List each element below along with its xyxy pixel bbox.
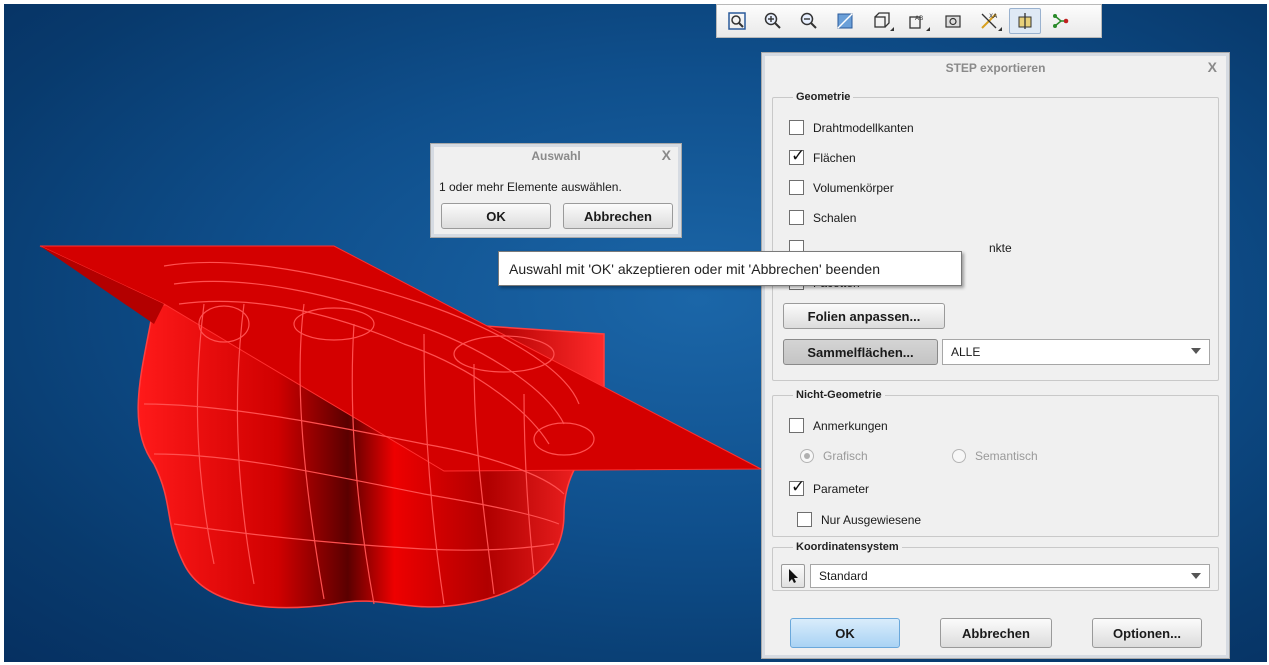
quilts-select-value: ALLE	[951, 345, 981, 359]
close-icon[interactable]: X	[662, 147, 671, 163]
coordinate-system-value: Standard	[819, 569, 868, 583]
display-style-icon	[837, 13, 853, 29]
step-options-button[interactable]: Optionen...	[1092, 618, 1202, 648]
svg-text:XA: XA	[989, 13, 998, 20]
spin-center-icon	[945, 15, 961, 28]
tooltip-text: Auswahl mit 'OK' akzeptieren oder mit 'A…	[509, 260, 881, 277]
selection-message: 1 oder mehr Elemente auswählen.	[439, 180, 622, 194]
option-surfaces[interactable]: ✓ Flächen	[789, 146, 856, 165]
step-export-dialog: STEP exportieren X Geometrie Drahtmodell…	[761, 52, 1230, 659]
selection-dialog: Auswahl X 1 oder mehr Elemente auswählen…	[430, 143, 682, 238]
step-ok-button[interactable]: OK	[790, 618, 900, 648]
check-icon: ✓	[791, 477, 806, 496]
zoom-in-icon	[764, 12, 781, 29]
display-style-button[interactable]	[829, 8, 861, 34]
datum-planes-icon	[1018, 13, 1032, 29]
datum-points-button[interactable]	[1045, 8, 1077, 34]
zoom-fit-icon	[728, 12, 746, 30]
option-annotations[interactable]: Anmerkungen	[789, 418, 888, 433]
selection-ok-button[interactable]: OK	[441, 203, 551, 229]
chevron-down-icon	[1191, 348, 1201, 354]
option-shells[interactable]: Schalen	[789, 210, 856, 225]
option-parameters[interactable]: ✓ Parameter	[789, 477, 870, 496]
step-cancel-button[interactable]: Abbrechen	[940, 618, 1052, 648]
zoom-out-button[interactable]	[793, 8, 825, 34]
solids-checkbox[interactable]	[789, 180, 804, 195]
selection-dialog-title-bar: Auswahl X	[431, 144, 681, 168]
annotations-label: Anmerkungen	[813, 418, 888, 433]
designated-only-label: Nur Ausgewiesene	[821, 512, 922, 527]
tooltip: Auswahl mit 'OK' akzeptieren oder mit 'A…	[498, 251, 962, 286]
zoom-in-button[interactable]	[757, 8, 789, 34]
wireframe-edges-label: Drahtmodellkanten	[813, 120, 914, 135]
annotations-checkbox[interactable]	[789, 418, 804, 433]
option-graphic[interactable]: Grafisch	[800, 449, 868, 463]
selection-dialog-title: Auswahl	[531, 149, 581, 163]
wireframe-edges-checkbox[interactable]	[789, 120, 804, 135]
option-wireframe-edges[interactable]: Drahtmodellkanten	[789, 120, 914, 135]
selection-cancel-button[interactable]: Abbrechen	[563, 203, 673, 229]
coordinate-system-legend: Koordinatensystem	[796, 541, 899, 553]
designated-only-checkbox[interactable]	[797, 512, 812, 527]
datum-display-button[interactable]: XA	[973, 8, 1005, 34]
non-geometry-legend: Nicht-Geometrie	[796, 389, 882, 401]
step-dialog-title: STEP exportieren	[945, 61, 1046, 75]
parameters-checkbox[interactable]: ✓	[789, 477, 806, 496]
spin-center-button[interactable]	[937, 8, 969, 34]
shells-checkbox[interactable]	[789, 210, 804, 225]
solids-label: Volumenkörper	[813, 180, 894, 195]
parameters-label: Parameter	[813, 481, 870, 496]
option-semantic[interactable]: Semantisch	[952, 449, 1038, 463]
coordinate-system-select[interactable]: Standard	[810, 564, 1210, 588]
saved-views-icon	[874, 12, 890, 28]
check-icon: ✓	[791, 146, 806, 165]
customize-layers-button[interactable]: Folien anpassen...	[783, 303, 945, 329]
surfaces-checkbox[interactable]: ✓	[789, 146, 806, 165]
semantic-label: Semantisch	[975, 449, 1038, 463]
option-solids[interactable]: Volumenkörper	[789, 180, 894, 195]
datum-display-icon: XA	[981, 13, 998, 29]
option-designated-only[interactable]: Nur Ausgewiesene	[797, 512, 921, 527]
saved-views-button[interactable]	[865, 8, 897, 34]
graphic-radio[interactable]	[800, 449, 814, 463]
datum-planes-button[interactable]	[1009, 8, 1041, 34]
pick-coordinate-system-button[interactable]	[781, 564, 805, 588]
quilts-button[interactable]: Sammelflächen...	[783, 339, 938, 365]
view-toolbar: AB XA	[716, 4, 1102, 38]
chevron-down-icon	[1191, 573, 1201, 579]
step-dialog-title-bar: STEP exportieren X	[762, 53, 1229, 83]
cursor-arrow-icon	[789, 569, 798, 583]
zoom-out-icon	[800, 12, 817, 29]
datum-points-icon	[1053, 14, 1069, 28]
semantic-radio[interactable]	[952, 449, 966, 463]
close-icon[interactable]: X	[1208, 59, 1217, 75]
annotation-display-button[interactable]: AB	[901, 8, 933, 34]
surfaces-label: Flächen	[813, 150, 856, 165]
zoom-fit-button[interactable]	[721, 8, 753, 34]
svg-text:AB: AB	[915, 15, 923, 22]
points-label: nkte	[989, 240, 1012, 255]
graphic-label: Grafisch	[823, 449, 868, 463]
shells-label: Schalen	[813, 210, 857, 225]
geometry-legend: Geometrie	[796, 91, 851, 103]
annotation-display-icon: AB	[909, 15, 923, 29]
quilts-select[interactable]: ALLE	[942, 339, 1210, 365]
